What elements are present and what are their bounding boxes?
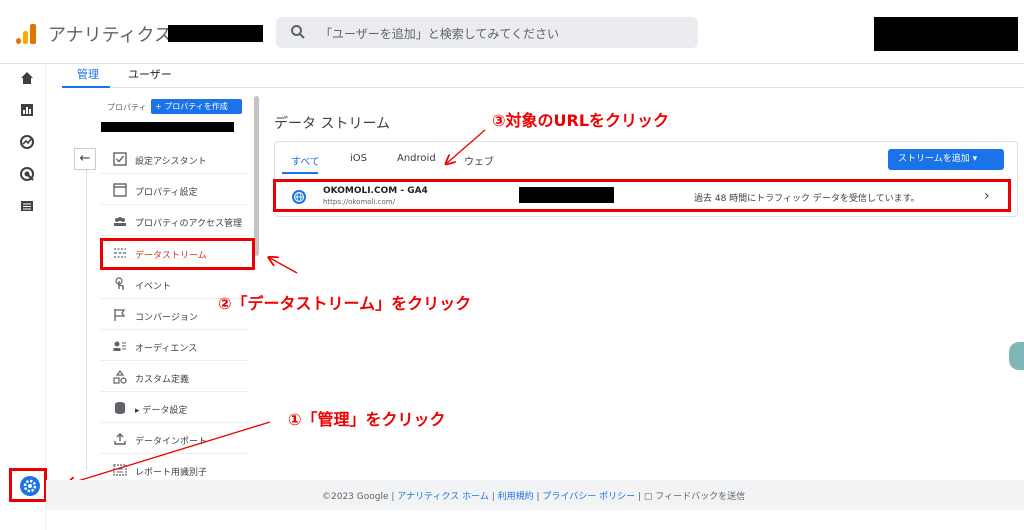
menu-label: カスタム定義 [135,375,190,385]
panel-divider [86,170,87,470]
menu-property-settings[interactable]: プロパティ設定 [100,175,248,205]
stream-name: OKOMOLI.COM - GA4 [323,186,428,196]
menu-label: コンバージョン [135,313,198,323]
redacted-account [168,25,263,42]
menu-property-access[interactable]: プロパティのアクセス管理 [100,206,248,236]
footer-link-terms[interactable]: 利用規約 [498,492,534,502]
chat-bubble-icon[interactable] [1009,342,1024,370]
tab-users[interactable]: ユーザー [128,66,172,82]
stream-url: https://okomoli.com/ [323,198,395,206]
search-icon [291,25,305,39]
app-title: アナリティクス [48,25,173,46]
redacted-stream-id [519,187,614,203]
footer-text: ©2023 Google | アナリティクス ホーム | 利用規約 | プライバ… [322,489,745,502]
menu-data-import[interactable]: データインポート [100,424,248,454]
property-label: プロパティ [107,103,147,112]
redacted-profile [874,17,1018,51]
list-icon[interactable] [19,198,35,214]
panel-scrollbar[interactable] [254,96,259,256]
identifier-icon [113,464,127,476]
footer: ©2023 Google | アナリティクス ホーム | 利用規約 | プライバ… [46,480,1024,510]
upload-icon [114,433,126,445]
menu-data-settings[interactable]: ▸ データ設定 [100,393,248,423]
admin-gear-button[interactable] [20,476,40,496]
admin-tabs: 管理 ユーザー [62,56,1024,88]
checkbox-icon [113,152,127,166]
menu-audiences[interactable]: オーディエンス [100,331,248,361]
data-streams-highlight [100,238,255,270]
tab-ios[interactable]: iOS [350,153,367,164]
copyright: ©2023 Google | [322,492,398,502]
footer-sep: | [635,492,644,502]
flag-icon [114,309,126,321]
back-arrow-icon: ← [79,151,91,166]
menu-label: レポート用識別子 [135,468,208,478]
menu-custom-definitions[interactable]: カスタム定義 [100,362,248,392]
menu-setup-assistant[interactable]: 設定アシスタント [100,144,248,174]
create-property-button[interactable]: + プロパティを作成 [151,99,242,114]
people-icon [114,217,126,226]
tab-admin-underline [62,86,110,88]
tab-admin[interactable]: 管理 [77,66,99,82]
menu-label: データインポート [135,437,208,447]
touch-icon [115,277,124,290]
tab-all-underline [282,172,318,174]
analytics-logo-icon[interactable] [16,22,38,44]
chevron-right-icon: › [984,188,990,204]
tab-android[interactable]: Android [397,153,436,164]
footer-link-home[interactable]: アナリティクス ホーム [397,492,489,502]
audience-icon [113,341,126,351]
gear-icon [23,479,37,493]
menu-label-text: データ設定 [142,406,188,416]
add-stream-button[interactable]: ストリームを追加 ▾ [888,149,1004,170]
tab-all[interactable]: すべて [291,153,320,168]
back-arrow-button[interactable]: ← [74,148,96,170]
footer-feedback[interactable]: フィードバックを送信 [655,492,745,502]
search-bar[interactable]: 「ユーザーを追加」と検索してみてください [276,17,698,48]
reports-icon[interactable] [19,102,35,118]
search-placeholder: 「ユーザーを追加」と検索してみてください [320,27,560,41]
menu-label: 設定アシスタント [135,157,207,167]
menu-label: プロパティ設定 [135,188,198,198]
menu-label: ▸ データ設定 [135,406,188,416]
annotation-step1: ①「管理」をクリック [288,410,446,429]
menu-label: イベント [135,282,172,292]
left-nav-rail [0,64,46,530]
top-bar: アナリティクス 「ユーザーを追加」と検索してみてください [0,0,1024,64]
advertising-icon[interactable] [19,166,35,182]
window-icon [113,183,127,197]
annotation-step3: ③対象のURLをクリック [492,111,670,130]
footer-link-privacy[interactable]: プライバシー ポリシー [542,492,635,502]
stream-row[interactable]: OKOMOLI.COM - GA4 https://okomoli.com/ 過… [273,179,1011,212]
menu-label: オーディエンス [135,344,198,354]
explore-icon[interactable] [19,134,35,150]
database-icon [115,402,125,414]
feedback-icon: ▢ [643,492,656,502]
home-icon[interactable] [19,70,35,86]
annotation-step2: ②「データストリーム」をクリック [218,294,472,313]
tab-web[interactable]: ウェブ [464,153,494,168]
globe-icon [292,190,306,204]
redacted-property [101,122,234,132]
footer-sep: | [488,492,498,502]
admin-gear-highlight [9,468,47,502]
menu-label: プロパティのアクセス管理 [135,219,243,229]
page-title: データ ストリーム [274,116,391,132]
stream-status: 過去 48 時間にトラフィック データを受信しています。 [694,194,920,204]
shapes-icon [113,370,127,384]
